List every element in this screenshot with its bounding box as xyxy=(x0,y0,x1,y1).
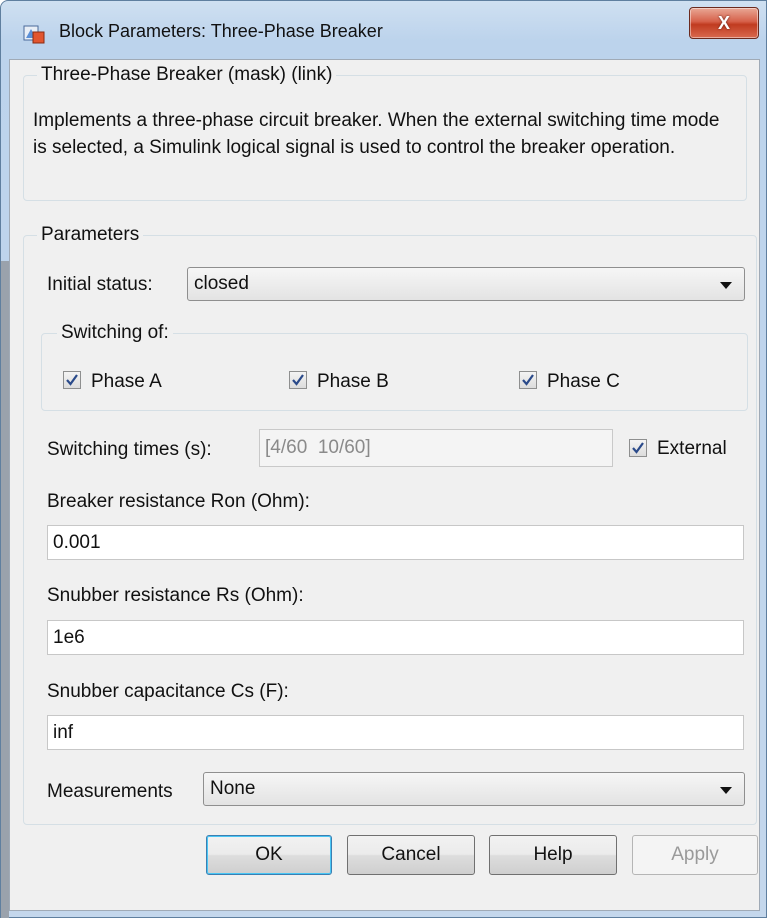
measurements-dropdown[interactable]: None xyxy=(203,772,745,806)
rs-label: Snubber resistance Rs (Ohm): xyxy=(47,585,304,606)
measurements-value: None xyxy=(210,778,256,799)
cs-field[interactable]: inf xyxy=(47,715,744,750)
cs-label: Snubber capacitance Cs (F): xyxy=(47,681,289,702)
switching-of-title: Switching of: xyxy=(57,322,173,344)
mask-group-title: Three-Phase Breaker (mask) (link) xyxy=(37,64,337,86)
parameters-group-title: Parameters xyxy=(37,224,144,246)
cancel-button-label: Cancel xyxy=(381,844,441,865)
help-button[interactable]: Help xyxy=(489,835,617,875)
phase-a-label: Phase A xyxy=(91,371,162,392)
checkmark-icon xyxy=(632,442,644,454)
ron-field[interactable]: 0.001 xyxy=(47,525,744,560)
initial-status-value: closed xyxy=(194,273,249,294)
ron-value: 0.001 xyxy=(53,531,101,553)
apply-button[interactable]: Apply xyxy=(632,835,758,875)
phase-c-checkbox[interactable] xyxy=(519,371,537,389)
close-button[interactable]: X xyxy=(689,7,759,39)
phase-b-checkbox[interactable] xyxy=(289,371,307,389)
help-button-label: Help xyxy=(533,844,573,865)
phase-b-label: Phase B xyxy=(317,371,389,392)
measurements-label: Measurements xyxy=(47,781,173,802)
chevron-down-icon xyxy=(720,282,732,289)
window-title: Block Parameters: Three-Phase Breaker xyxy=(59,21,383,41)
switching-times-value: [4/60 10/60] xyxy=(265,437,371,458)
external-checkbox[interactable] xyxy=(629,439,647,457)
initial-status-label: Initial status: xyxy=(47,274,153,295)
checkmark-icon xyxy=(66,374,78,386)
checkmark-icon xyxy=(292,374,304,386)
dialog-window: Block Parameters: Three-Phase Breaker X … xyxy=(0,0,767,918)
rs-value: 1e6 xyxy=(53,626,85,648)
phase-c-label: Phase C xyxy=(547,371,620,392)
rs-field[interactable]: 1e6 xyxy=(47,620,744,655)
background-window-edge xyxy=(1,261,9,918)
title-bar[interactable]: Block Parameters: Three-Phase Breaker X xyxy=(1,1,767,59)
cs-value: inf xyxy=(53,721,74,743)
cancel-button[interactable]: Cancel xyxy=(347,835,475,875)
checkmark-icon xyxy=(522,374,534,386)
ok-button-label: OK xyxy=(255,844,283,865)
phase-a-checkbox[interactable] xyxy=(63,371,81,389)
mask-description-text: Implements a three-phase circuit breaker… xyxy=(33,110,720,158)
apply-button-label: Apply xyxy=(671,844,719,865)
ron-label: Breaker resistance Ron (Ohm): xyxy=(47,491,310,512)
close-icon: X xyxy=(717,12,730,33)
switching-times-label: Switching times (s): xyxy=(47,439,212,460)
ok-button[interactable]: OK xyxy=(206,835,332,875)
external-label: External xyxy=(657,438,727,459)
chevron-down-icon xyxy=(720,787,732,794)
simulink-block-icon xyxy=(23,23,45,45)
switching-times-field[interactable]: [4/60 10/60] xyxy=(259,429,613,467)
initial-status-dropdown[interactable]: closed xyxy=(187,267,745,301)
